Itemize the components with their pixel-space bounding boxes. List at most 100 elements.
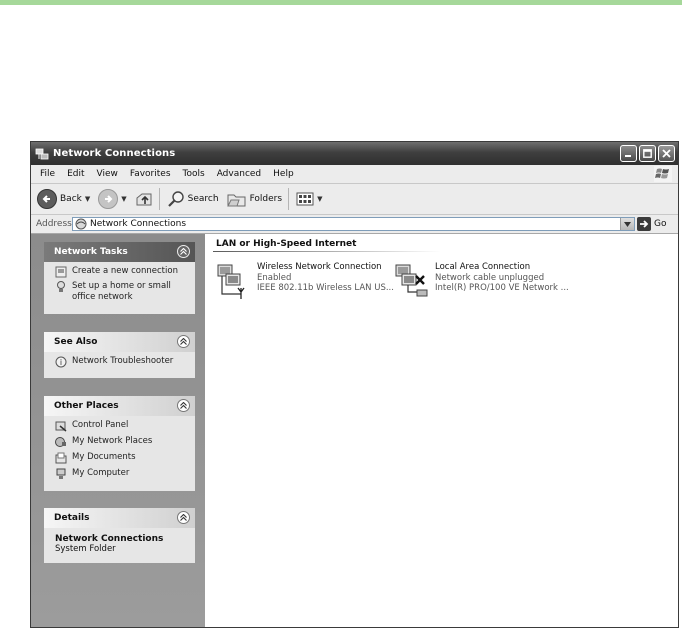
group-divider <box>213 251 441 252</box>
wireless-connection-icon <box>217 264 245 299</box>
panel-title: Other Places <box>54 401 119 411</box>
place-my-documents[interactable]: My Documents <box>55 452 195 464</box>
minimize-icon <box>625 155 631 157</box>
task-label: Create a new connection <box>72 266 178 276</box>
collapse-icon[interactable] <box>177 511 190 524</box>
connection-device: Intel(R) PRO/100 VE Network ... <box>435 283 569 293</box>
search-icon <box>167 191 184 207</box>
search-button[interactable]: Search <box>167 186 219 212</box>
menu-tools[interactable]: Tools <box>177 169 211 179</box>
details-type: System Folder <box>55 544 116 554</box>
connection-item-wireless[interactable]: Wireless Network Connection Enabled IEEE… <box>215 262 394 300</box>
back-button[interactable]: Back ▼ <box>37 186 90 212</box>
folders-icon <box>226 194 246 207</box>
go-arrow-icon <box>637 217 651 231</box>
explorer-window: Network Connections File Edit View Favor… <box>30 141 679 628</box>
windows-logo-icon <box>654 166 672 182</box>
title-bar[interactable]: Network Connections <box>31 142 678 165</box>
back-history-dropdown-icon[interactable]: ▼ <box>85 195 90 203</box>
address-input[interactable]: Network Connections <box>72 217 635 231</box>
help-icon: i <box>55 356 67 368</box>
group-header: LAN or High-Speed Internet <box>216 239 357 249</box>
details-name: Network Connections <box>55 534 164 544</box>
address-label: Address <box>36 219 72 229</box>
menu-help[interactable]: Help <box>267 169 300 179</box>
see-also-panel: See Also i Network Troubleshooter <box>44 332 195 378</box>
network-connections-icon <box>75 218 87 230</box>
network-connections-icon <box>35 148 49 159</box>
connection-name: Local Area Connection <box>435 262 531 272</box>
collapse-icon[interactable] <box>177 335 190 348</box>
other-places-header[interactable]: Other Places <box>44 396 195 416</box>
maximize-button[interactable] <box>639 145 656 162</box>
lan-unplugged-icon <box>395 264 428 297</box>
connection-item-local-area[interactable]: Local Area Connection Network cable unpl… <box>393 262 569 300</box>
connection-status: Network cable unplugged <box>435 272 545 283</box>
up-folder-button[interactable] <box>135 186 153 212</box>
maximize-icon <box>643 149 652 158</box>
place-label: My Documents <box>72 452 136 462</box>
connection-device: IEEE 802.11b Wireless LAN US... <box>257 283 394 293</box>
menu-file[interactable]: File <box>31 169 61 179</box>
task-setup-home-network[interactable]: Set up a home or small office network <box>55 281 195 303</box>
minimize-button[interactable] <box>620 145 637 162</box>
address-value: Network Connections <box>90 219 187 229</box>
back-label: Back <box>60 194 82 204</box>
go-button[interactable]: Go <box>637 217 666 231</box>
documents-folder-icon <box>55 452 67 464</box>
views-button[interactable]: ▼ <box>296 186 322 212</box>
menu-favorites[interactable]: Favorites <box>124 169 177 179</box>
see-also-header[interactable]: See Also <box>44 332 195 352</box>
place-label: My Network Places <box>72 436 153 446</box>
menu-view[interactable]: View <box>91 169 124 179</box>
network-tasks-panel: Network Tasks Create a new connection Se <box>44 242 195 314</box>
panel-title: Network Tasks <box>54 247 128 257</box>
place-my-network-places[interactable]: My Network Places <box>55 436 195 448</box>
chevron-down-icon <box>624 221 631 227</box>
forward-button[interactable]: ▼ <box>98 186 127 212</box>
views-icon <box>296 192 314 206</box>
task-network-troubleshooter[interactable]: i Network Troubleshooter <box>55 356 195 368</box>
panel-title: Details <box>54 513 90 523</box>
connection-name: Wireless Network Connection <box>257 262 382 272</box>
views-dropdown-icon[interactable]: ▼ <box>317 195 322 203</box>
collapse-icon[interactable] <box>177 245 190 258</box>
address-dropdown-button[interactable] <box>620 218 634 230</box>
place-label: Control Panel <box>72 420 129 430</box>
control-panel-icon <box>55 421 67 432</box>
task-label: Set up a home or small office network <box>72 281 171 302</box>
go-label: Go <box>654 219 667 229</box>
top-accent-strip <box>0 0 682 5</box>
panel-title: See Also <box>54 337 98 347</box>
place-label: My Computer <box>72 468 130 478</box>
standard-toolbar: Back ▼ ▼ Search Folders ▼ <box>31 184 678 215</box>
window-title: Network Connections <box>53 148 176 159</box>
connections-list: LAN or High-Speed Internet Wireless Netw… <box>205 234 678 627</box>
toolbar-separator <box>288 188 290 210</box>
back-arrow-icon <box>37 189 57 209</box>
place-my-computer[interactable]: My Computer <box>55 468 195 480</box>
task-label: Network Troubleshooter <box>72 356 174 366</box>
task-pane: Network Tasks Create a new connection Se <box>31 234 205 627</box>
forward-history-dropdown-icon[interactable]: ▼ <box>121 195 126 203</box>
folders-button[interactable]: Folders <box>226 186 282 212</box>
forward-arrow-icon <box>98 189 119 209</box>
collapse-icon[interactable] <box>177 399 190 412</box>
address-bar: Address Network Connections Go <box>31 215 678 234</box>
connection-status: Enabled <box>257 272 292 283</box>
close-button[interactable] <box>658 145 675 162</box>
menu-bar: File Edit View Favorites Tools Advanced … <box>31 165 678 184</box>
place-control-panel[interactable]: Control Panel <box>55 420 195 432</box>
task-create-new-connection[interactable]: Create a new connection <box>55 266 195 278</box>
network-tasks-header[interactable]: Network Tasks <box>44 242 195 262</box>
home-network-icon <box>57 281 65 292</box>
details-header[interactable]: Details <box>44 508 195 528</box>
close-icon <box>662 149 671 158</box>
toolbar-separator <box>158 188 160 210</box>
search-label: Search <box>187 194 219 204</box>
new-connection-icon <box>55 266 67 278</box>
computer-icon <box>56 468 66 479</box>
menu-advanced[interactable]: Advanced <box>211 169 267 179</box>
menu-edit[interactable]: Edit <box>61 169 90 179</box>
svg-text:i: i <box>60 358 62 367</box>
